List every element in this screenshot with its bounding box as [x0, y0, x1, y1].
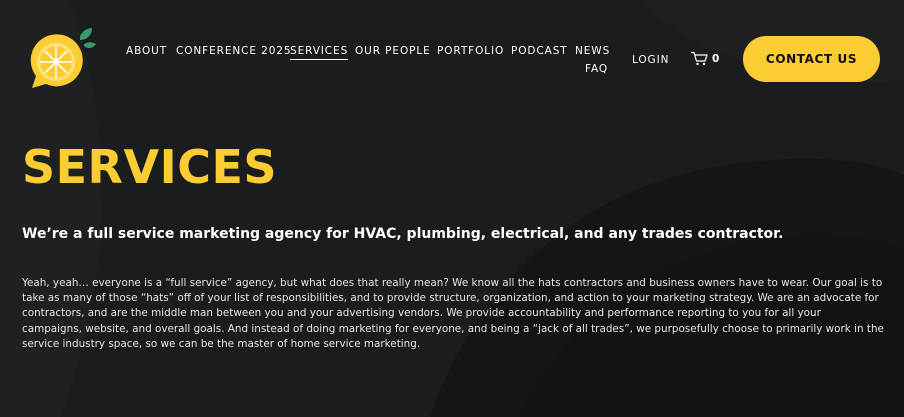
cart-count: 0: [712, 52, 720, 65]
nav-our-people[interactable]: OUR PEOPLE: [355, 45, 431, 57]
nav-conference-2025[interactable]: CONFERENCE 2025: [176, 45, 291, 57]
nav-services[interactable]: SERVICES: [290, 45, 349, 60]
site-header: ABOUT CONFERENCE 2025 SERVICES OUR PEOPL…: [0, 0, 904, 120]
page-subheading: We’re a full service marketing agency fo…: [22, 226, 784, 242]
lemon-logo-icon[interactable]: [26, 26, 98, 92]
nav-podcast[interactable]: PODCAST: [511, 45, 568, 57]
nav-news[interactable]: NEWS: [575, 45, 610, 57]
contact-us-button[interactable]: CONTACT US: [743, 36, 880, 82]
page-title: SERVICES: [22, 140, 278, 194]
services-description: Yeah, yeah… everyone is a “full service”…: [22, 277, 884, 350]
nav-portfolio[interactable]: PORTFOLIO: [437, 45, 504, 57]
cart-icon: [691, 51, 708, 66]
cart-button[interactable]: 0: [690, 51, 719, 66]
login-link[interactable]: LOGIN: [632, 54, 669, 66]
nav-about[interactable]: ABOUT: [126, 45, 167, 57]
nav-faq[interactable]: FAQ: [585, 63, 608, 75]
